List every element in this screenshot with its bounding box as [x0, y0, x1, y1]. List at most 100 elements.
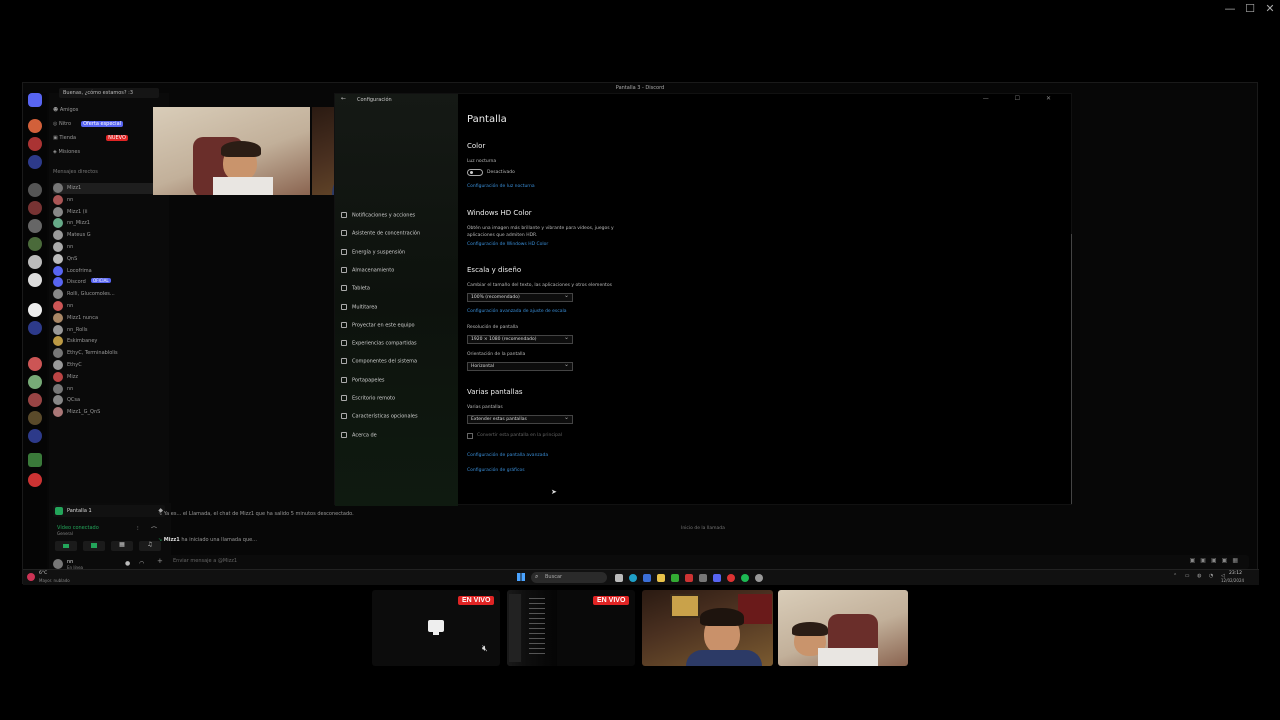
- dm-item[interactable]: Mizz1_G_QnS: [53, 407, 165, 418]
- dm-item[interactable]: Mizz1 (ii: [53, 206, 165, 218]
- server-icon[interactable]: [28, 411, 42, 425]
- explorer-icon[interactable]: [657, 574, 665, 582]
- server-icon[interactable]: [28, 393, 42, 407]
- app-icon[interactable]: [671, 574, 679, 582]
- input-tools-icons[interactable]: ▣▣▣▣▦: [1190, 557, 1243, 564]
- dm-item[interactable]: Mizz: [53, 371, 165, 383]
- disconnect-icon[interactable]: ⌒: [151, 525, 157, 534]
- scale-dropdown[interactable]: 100% (recomendado): [467, 292, 573, 302]
- avatar[interactable]: [53, 559, 63, 569]
- server-icon[interactable]: [28, 273, 42, 287]
- multi-display-dropdown[interactable]: Extender estas pantallas: [467, 414, 573, 424]
- noise-icon[interactable]: ⫶: [137, 525, 139, 533]
- muted-icon[interactable]: 🔇︎: [482, 644, 488, 654]
- store-icon[interactable]: [643, 574, 651, 582]
- settings-nav-item[interactable]: Escritorio remoto: [341, 395, 395, 402]
- spotify-icon[interactable]: [741, 574, 749, 582]
- dm-item[interactable]: nn: [53, 242, 165, 253]
- shop-link[interactable]: ▣ Tienda NUEVO: [53, 135, 128, 141]
- dm-item[interactable]: Eskimbaney: [53, 336, 165, 347]
- maximize-button[interactable]: ☐: [1240, 2, 1260, 16]
- headphones-icon[interactable]: ◠: [139, 560, 144, 567]
- activities-button[interactable]: ▦: [111, 541, 133, 551]
- server-icon[interactable]: [28, 357, 42, 371]
- settings-nav-item[interactable]: Experiencias compartidas: [341, 340, 417, 347]
- nitro-link[interactable]: ◎ Nitro Oferta especial: [53, 121, 124, 127]
- settings-nav-item[interactable]: Acerca de: [341, 431, 377, 438]
- app-icon[interactable]: [727, 574, 735, 582]
- tray-icons[interactable]: ⌃ ▭ ◍ ◔ ◁: [1173, 573, 1228, 579]
- friends-link[interactable]: ☻ Amigos: [53, 107, 78, 113]
- server-icon[interactable]: [28, 473, 42, 487]
- server-icon[interactable]: [28, 321, 42, 335]
- dm-item[interactable]: Mizz1: [53, 183, 165, 194]
- settings-nav-item[interactable]: Asistente de concentración: [341, 230, 420, 237]
- dm-item[interactable]: Mizz1 nunca: [53, 312, 165, 324]
- discord-home-icon[interactable]: [28, 93, 42, 107]
- stream-tile-screen[interactable]: EN VIVO 🔇︎: [372, 590, 500, 666]
- dm-item[interactable]: EthyC, Terminablolis: [53, 348, 165, 359]
- dm-item[interactable]: QnS: [53, 253, 165, 265]
- server-icon[interactable]: [28, 453, 42, 467]
- settings-nav-item[interactable]: Multitarea: [341, 303, 377, 310]
- windows-start-icon[interactable]: [517, 573, 525, 581]
- settings-nav-item[interactable]: Componentes del sistema: [341, 358, 417, 365]
- dm-item[interactable]: nn: [53, 194, 165, 206]
- advanced-display-link[interactable]: Configuración de pantalla avanzada: [467, 453, 548, 458]
- webcam-tile-1[interactable]: [153, 107, 310, 195]
- server-icon[interactable]: [28, 119, 42, 133]
- dm-item[interactable]: EthyC: [53, 360, 165, 371]
- settings-scrollbar[interactable]: [1071, 234, 1072, 504]
- message-input[interactable]: + Enviar mensaje a @Mizz1 ▣▣▣▣▦: [153, 555, 1249, 569]
- participant-tile-1[interactable]: [642, 590, 773, 666]
- dm-item[interactable]: nn: [53, 383, 165, 395]
- orientation-dropdown[interactable]: Horizontal: [467, 361, 573, 371]
- settings-nav-item[interactable]: Tableta: [341, 285, 370, 292]
- discord-icon[interactable]: [713, 574, 721, 582]
- graphics-link[interactable]: Configuración de gráficos: [467, 468, 525, 473]
- night-light-toggle[interactable]: [467, 169, 483, 176]
- active-channel[interactable]: Pantalla 1 ◆: [53, 505, 165, 517]
- server-icon[interactable]: [28, 429, 42, 443]
- taskview-icon[interactable]: [615, 574, 623, 582]
- dm-item[interactable]: nn_Mizz1: [53, 218, 165, 229]
- server-icon[interactable]: [28, 183, 42, 197]
- gear-icon[interactable]: [755, 574, 763, 582]
- settings-nav-item[interactable]: Portapapeles: [341, 376, 385, 383]
- camera-button[interactable]: [55, 541, 77, 551]
- resolution-dropdown[interactable]: 1920 × 1080 (recomendado): [467, 334, 573, 344]
- close-button[interactable]: ✕: [1260, 2, 1280, 16]
- server-icon[interactable]: [28, 201, 42, 215]
- dm-item[interactable]: nn_Rolls: [53, 324, 165, 336]
- dm-item[interactable]: Locofrima: [53, 265, 165, 277]
- add-icon[interactable]: +: [157, 557, 163, 565]
- quests-link[interactable]: ◈ Misiones: [53, 149, 80, 155]
- back-icon[interactable]: ←: [341, 95, 346, 102]
- server-icon[interactable]: [28, 219, 42, 233]
- main-display-checkbox[interactable]: [467, 433, 473, 439]
- settings-nav-item[interactable]: Características opcionales: [341, 413, 418, 420]
- participant-tile-2[interactable]: [778, 590, 908, 666]
- server-icon[interactable]: [28, 137, 42, 151]
- app-icon[interactable]: [685, 574, 693, 582]
- dm-item[interactable]: Mateus G: [53, 230, 165, 241]
- mic-icon[interactable]: ●: [125, 560, 130, 567]
- dm-item[interactable]: QCsa: [53, 395, 165, 406]
- hdr-link[interactable]: Configuración de Windows HD Color: [467, 242, 548, 247]
- server-icon[interactable]: [28, 237, 42, 251]
- server-icon[interactable]: [28, 155, 42, 169]
- taskbar-search[interactable]: ⌕ Buscar: [531, 572, 607, 583]
- settings-nav-item[interactable]: Energía y suspensión: [341, 248, 405, 255]
- dm-item[interactable]: Rolli, Glucomoles...: [53, 289, 165, 300]
- edge-icon[interactable]: [629, 574, 637, 582]
- stream-tile-desktop[interactable]: EN VIVO: [507, 590, 635, 666]
- settings-nav-item[interactable]: Proyectar en este equipo: [341, 321, 415, 328]
- settings-nav-item[interactable]: Almacenamiento: [341, 266, 394, 273]
- night-light-link[interactable]: Configuración de luz nocturna: [467, 184, 535, 189]
- server-icon[interactable]: [28, 255, 42, 269]
- minimize-button[interactable]: —: [1220, 2, 1240, 16]
- scale-link[interactable]: Configuración avanzada de ajuste de esca…: [467, 309, 566, 314]
- app-icon[interactable]: [699, 574, 707, 582]
- server-icon[interactable]: [28, 303, 42, 317]
- dm-item[interactable]: Discord OFICIAL: [53, 277, 165, 288]
